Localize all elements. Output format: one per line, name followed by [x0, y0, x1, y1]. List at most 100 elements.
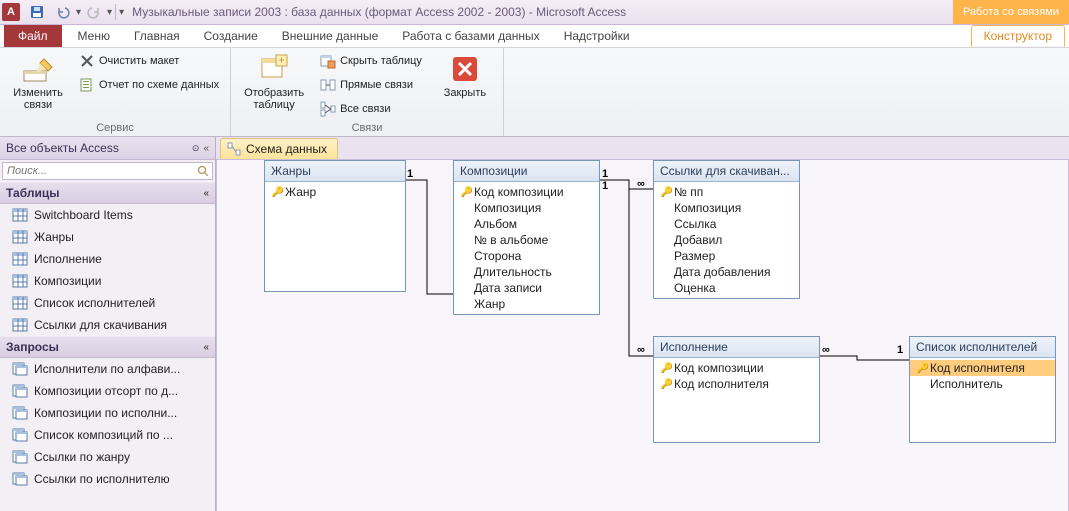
field[interactable]: № в альбоме [454, 232, 599, 248]
tab-file[interactable]: Файл [4, 25, 62, 47]
nav-query-item[interactable]: Ссылки по исполнителю [0, 468, 215, 490]
field[interactable]: Композиция [454, 200, 599, 216]
qat-redo-dd[interactable]: ▾ [107, 7, 112, 18]
table-title[interactable]: Ссылки для скачиван... [654, 161, 799, 182]
edit-relations-button[interactable]: Изменить связи [6, 50, 70, 114]
field[interactable]: 🔑Жанр [265, 184, 405, 200]
navigation-pane: Все объекты Access ⊙« Таблицы« Switchboa… [0, 137, 216, 511]
table-title[interactable]: Композиции [454, 161, 599, 182]
doc-tab-schema[interactable]: Схема данных [220, 138, 338, 159]
tab-external[interactable]: Внешние данные [272, 25, 389, 47]
nav-header[interactable]: Все объекты Access ⊙« [0, 137, 215, 160]
field-name: Исполнитель [930, 377, 1003, 391]
nav-cat-tables[interactable]: Таблицы« [0, 182, 215, 204]
field-name: Оценка [674, 281, 716, 295]
nav-item-label: Список композиций по ... [34, 428, 173, 442]
qat-undo[interactable] [51, 1, 75, 23]
qat-redo[interactable] [82, 1, 106, 23]
search-icon[interactable] [194, 163, 212, 179]
field[interactable]: Ссылка [654, 216, 799, 232]
query-icon [12, 427, 28, 443]
field[interactable]: Исполнитель [910, 376, 1055, 392]
collapse-icon: « [203, 342, 209, 353]
field-name: № пп [674, 185, 703, 199]
search-input[interactable] [3, 163, 194, 179]
field[interactable]: 🔑№ пп [654, 184, 799, 200]
nav-table-item[interactable]: Switchboard Items [0, 204, 215, 226]
field[interactable]: 🔑Код исполнителя [910, 360, 1055, 376]
field[interactable]: Оценка [654, 280, 799, 296]
relationships-canvas[interactable]: 1 ∞ 1 ∞ 1 ∞ ∞ 1 Жанры🔑Жанр Композиции🔑Ко… [216, 159, 1069, 511]
field-name: Ссылка [674, 217, 716, 231]
show-table-icon [258, 53, 290, 85]
field[interactable]: Жанр [454, 296, 599, 312]
table-compositions[interactable]: Композиции 🔑Код композицииКомпозицияАльбо… [453, 160, 600, 315]
qat-customize[interactable]: ▾ [119, 7, 124, 18]
show-table-button[interactable]: Отобразить таблицу [237, 50, 311, 114]
qat-undo-dd[interactable]: ▾ [76, 7, 81, 18]
nav-item-label: Список исполнителей [34, 296, 155, 310]
nav-query-item[interactable]: Композиции по исполни... [0, 402, 215, 424]
nav-query-item[interactable]: Композиции отсорт по д... [0, 380, 215, 402]
tab-designer[interactable]: Конструктор [971, 25, 1065, 47]
field[interactable]: Длительность [454, 264, 599, 280]
field-name: № в альбоме [474, 233, 548, 247]
hide-table-button[interactable]: Скрыть таблицу [315, 50, 427, 72]
key-icon: 🔑 [660, 379, 674, 390]
nav-table-item[interactable]: Исполнение [0, 248, 215, 270]
window-title: Музыкальные записи 2003 : база данных (ф… [132, 5, 626, 19]
table-performance[interactable]: Исполнение 🔑Код композиции🔑Код исполнител… [653, 336, 820, 443]
direct-rel-button[interactable]: Прямые связи [315, 74, 427, 96]
qat-save[interactable] [25, 1, 49, 23]
field[interactable]: Размер [654, 248, 799, 264]
table-performers[interactable]: Список исполнителей 🔑Код исполнителяИспол… [909, 336, 1056, 443]
tab-create[interactable]: Создание [194, 25, 268, 47]
field[interactable]: Дата записи [454, 280, 599, 296]
nav-query-item[interactable]: Ссылки по жанру [0, 446, 215, 468]
table-title[interactable]: Список исполнителей [910, 337, 1055, 358]
table-genres[interactable]: Жанры 🔑Жанр [264, 160, 406, 292]
table-title[interactable]: Жанры [265, 161, 405, 182]
field[interactable]: Добавил [654, 232, 799, 248]
table-title[interactable]: Исполнение [654, 337, 819, 358]
tab-home[interactable]: Главная [124, 25, 190, 47]
relation-report-button[interactable]: Отчет по схеме данных [74, 74, 224, 96]
field-name: Композиция [474, 201, 541, 215]
rel-one: 1 [897, 344, 903, 356]
field[interactable]: 🔑Код исполнителя [654, 376, 819, 392]
nav-query-item[interactable]: Список композиций по ... [0, 424, 215, 446]
table-links[interactable]: Ссылки для скачиван... 🔑№ ппКомпозицияСсы… [653, 160, 800, 299]
edit-relations-icon [22, 53, 54, 85]
nav-query-item[interactable]: Исполнители по алфави... [0, 358, 215, 380]
all-rel-button[interactable]: Все связи [315, 98, 427, 120]
all-rel-label: Все связи [340, 103, 390, 115]
field[interactable]: Альбом [454, 216, 599, 232]
nav-cat-queries[interactable]: Запросы« [0, 336, 215, 358]
relation-report-label: Отчет по схеме данных [99, 79, 219, 91]
nav-table-item[interactable]: Композиции [0, 270, 215, 292]
close-button[interactable]: Закрыть [433, 50, 497, 102]
field-name: Код исполнителя [930, 361, 1025, 375]
tab-menu[interactable]: Меню [68, 25, 120, 47]
group-service: Изменить связи Очистить макет Отчет по с… [0, 48, 231, 136]
query-icon [12, 405, 28, 421]
field[interactable]: Сторона [454, 248, 599, 264]
nav-table-item[interactable]: Список исполнителей [0, 292, 215, 314]
field[interactable]: 🔑Код композиции [454, 184, 599, 200]
nav-table-item[interactable]: Жанры [0, 226, 215, 248]
tab-dbtools[interactable]: Работа с базами данных [392, 25, 549, 47]
nav-item-label: Композиции отсорт по д... [34, 384, 178, 398]
table-icon [12, 251, 28, 267]
clear-layout-button[interactable]: Очистить макет [74, 50, 224, 72]
field[interactable]: Дата добавления [654, 264, 799, 280]
query-icon [12, 449, 28, 465]
nav-table-item[interactable]: Ссылки для скачивания [0, 314, 215, 336]
query-icon [12, 383, 28, 399]
tab-addins[interactable]: Надстройки [554, 25, 640, 47]
group-service-label: Сервис [6, 122, 224, 136]
all-rel-icon [320, 101, 336, 117]
nav-header-dd-icon[interactable]: ⊙ [192, 143, 200, 154]
field[interactable]: 🔑Код композиции [654, 360, 819, 376]
field[interactable]: Композиция [654, 200, 799, 216]
nav-collapse-icon[interactable]: « [203, 143, 209, 154]
